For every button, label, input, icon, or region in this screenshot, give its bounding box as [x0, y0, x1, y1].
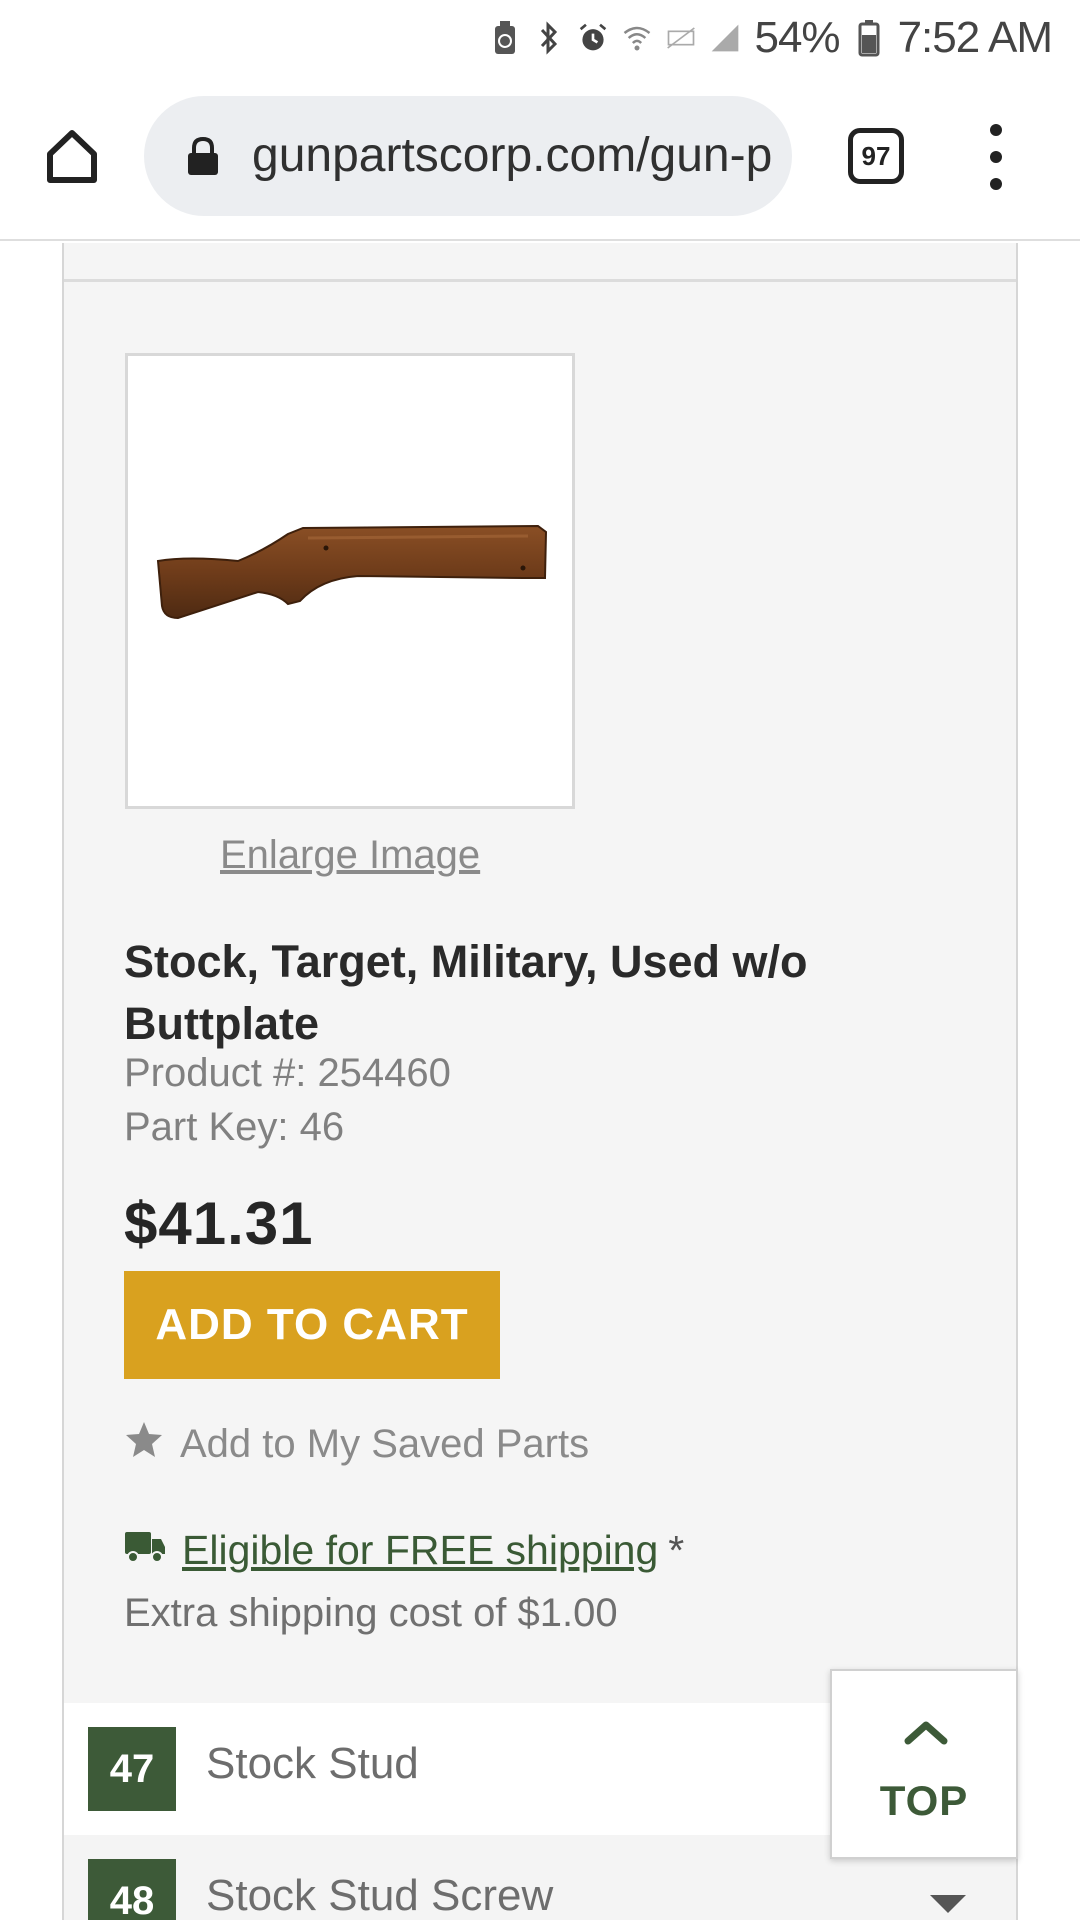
address-bar[interactable]: gunpartscorp.com/gun-parts — [144, 96, 792, 216]
signal-icon — [710, 18, 740, 58]
more-vertical-icon[interactable] — [980, 124, 1012, 190]
free-shipping-link[interactable]: Eligible for FREE shipping — [182, 1527, 658, 1574]
status-bar: 54% 7:52 AM — [0, 0, 1080, 76]
product-image[interactable] — [125, 353, 575, 809]
alarm-icon — [578, 18, 608, 58]
chevron-up-icon — [904, 1721, 948, 1745]
battery-icon — [854, 18, 884, 58]
chevron-down-icon[interactable] — [930, 1895, 966, 1913]
status-icons: 54% 7:52 AM — [490, 12, 1053, 64]
tab-count: 97 — [861, 140, 891, 171]
url-text[interactable]: gunpartscorp.com/gun-parts — [252, 124, 772, 188]
enlarge-image-link[interactable]: Enlarge Image — [220, 833, 480, 878]
browser-toolbar: gunpartscorp.com/gun-parts 97 — [0, 76, 1080, 241]
home-icon[interactable] — [42, 126, 102, 186]
extra-shipping-cost: Extra shipping cost of $1.00 — [124, 1591, 618, 1635]
truck-icon — [124, 1527, 166, 1574]
part-key-badge: 48 — [88, 1859, 176, 1920]
product-title: Stock, Target, Military, Used w/o Buttpl… — [124, 936, 808, 1049]
bluetooth-icon — [534, 18, 564, 58]
saved-parts-label[interactable]: Add to My Saved Parts — [180, 1422, 589, 1467]
part-name[interactable]: Stock Stud Screw — [206, 1871, 553, 1920]
battery-percent: 54% — [754, 13, 840, 62]
free-shipping-asterisk: * — [668, 1527, 685, 1573]
top-label: TOP — [879, 1777, 969, 1824]
data-off-icon — [666, 18, 696, 58]
lock-icon — [186, 136, 220, 176]
divider — [64, 279, 1016, 282]
part-name[interactable]: Stock Stud — [206, 1739, 419, 1789]
page-content: Enlarge Image Stock, Target, Military, U… — [0, 243, 1080, 1920]
add-to-cart-button[interactable]: ADD TO CART — [124, 1271, 500, 1379]
part-key-badge: 47 — [88, 1727, 176, 1811]
status-time: 7:52 AM — [897, 13, 1053, 62]
product-panel: Enlarge Image Stock, Target, Military, U… — [62, 243, 1018, 1703]
product-price: $41.31 — [124, 1190, 314, 1257]
tabs-icon[interactable]: 97 — [848, 128, 904, 184]
scroll-to-top-button[interactable]: TOP — [830, 1669, 1018, 1859]
recycle-battery-icon — [490, 18, 520, 58]
add-to-saved-parts[interactable]: Add to My Saved Parts — [124, 1419, 589, 1469]
product-number: Product #: 254460 — [124, 1051, 451, 1095]
wifi-icon — [622, 18, 652, 58]
part-key: Part Key: 46 — [124, 1105, 345, 1149]
free-shipping: Eligible for FREE shipping * — [124, 1527, 684, 1574]
star-icon — [124, 1419, 164, 1469]
